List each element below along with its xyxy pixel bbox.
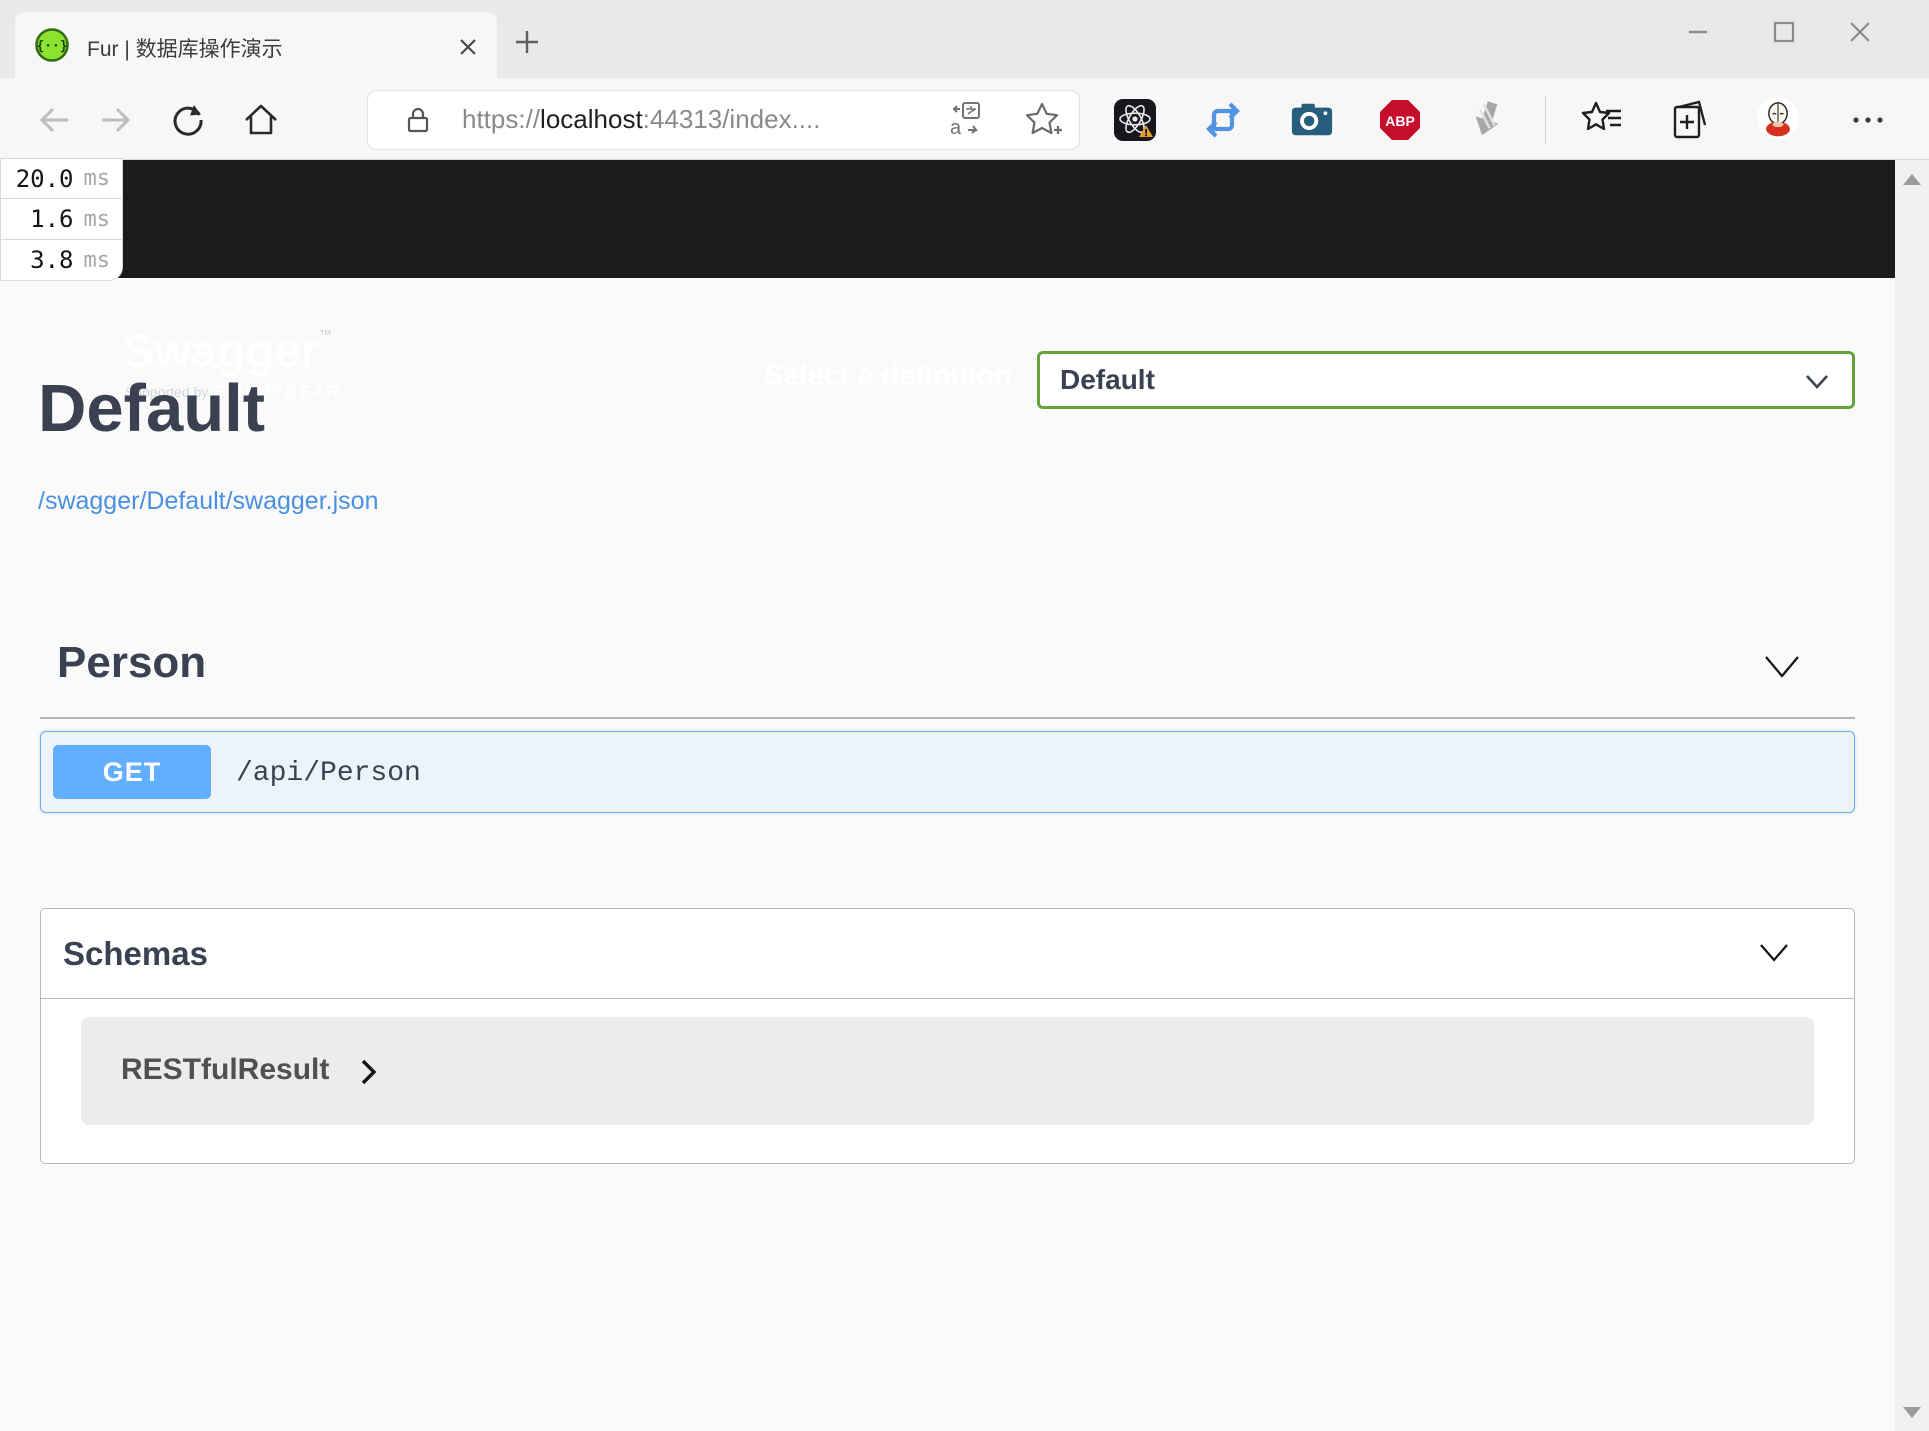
collections-button[interactable] (1668, 98, 1712, 142)
home-icon (245, 104, 277, 135)
favorites-bar-button[interactable] (1580, 98, 1624, 142)
toolbar-divider (1545, 96, 1546, 144)
forward-arrow-icon (102, 107, 131, 133)
http-method-badge[interactable]: GET (53, 745, 211, 799)
scroll-down-arrow[interactable] (1895, 1397, 1929, 1427)
screenshot-extension-button[interactable] (1290, 98, 1334, 142)
operation-path: /api/Person (236, 757, 421, 789)
section-divider (40, 717, 1855, 719)
react-devtools-extension-button[interactable] (1113, 98, 1157, 142)
profiler-timing-row[interactable]: 3.8 ms (0, 240, 123, 281)
definition-select-label: Select a definition (763, 360, 1012, 392)
scroll-up-arrow[interactable] (1895, 164, 1929, 194)
definition-select[interactable]: Default (1037, 351, 1855, 409)
schemas-panel: Schemas RESTfulResult (40, 908, 1855, 1164)
download-manager-extension-button[interactable] (1465, 98, 1509, 142)
collections-icon (1673, 100, 1707, 139)
section-title: Person (57, 638, 207, 687)
chevron-down-icon (1760, 944, 1788, 962)
timing-unit: ms (83, 166, 111, 191)
browser-tab[interactable]: {··} Fur | 数据库操作演示 (15, 12, 497, 78)
new-tab-button[interactable] (512, 27, 542, 57)
abp-stop-icon: ABP (1380, 100, 1420, 140)
trademark-symbol: ™ (318, 327, 332, 342)
ellipsis-icon (1853, 117, 1883, 123)
lock-icon (407, 107, 429, 133)
page-title: Default (38, 371, 266, 446)
titlebar: {··} Fur | 数据库操作演示 (0, 0, 1929, 78)
miniprofiler-overlay[interactable]: 20.0 ms 1.6 ms 3.8 ms (0, 158, 124, 281)
refresh-icon (173, 105, 203, 136)
person-section-header[interactable]: Person (0, 636, 1895, 700)
star-add-icon (1025, 102, 1062, 135)
profile-avatar-button[interactable] (1756, 96, 1800, 140)
back-arrow-icon (39, 107, 68, 133)
spec-json-link[interactable]: /swagger/Default/swagger.json (38, 487, 378, 516)
timing-value: 3.8 (30, 246, 74, 274)
schemas-header[interactable]: Schemas (41, 909, 1854, 999)
get-operation-block[interactable]: GET /api/Person (40, 731, 1855, 813)
add-favorite-button[interactable] (1020, 98, 1064, 142)
abp-label: ABP (1385, 113, 1415, 129)
window-close-button[interactable] (1840, 14, 1880, 50)
maximize-button[interactable] (1764, 14, 1804, 50)
react-devtools-icon (1114, 99, 1156, 141)
url-host: localhost (540, 104, 643, 134)
forward-button[interactable] (96, 100, 136, 140)
adblock-plus-extension-button[interactable]: ABP (1378, 98, 1422, 142)
download-arrow-icon (1475, 101, 1499, 136)
url-rest: :44313/index.... (642, 104, 821, 134)
schemas-title: Schemas (63, 935, 208, 972)
chevron-down-icon (1806, 375, 1828, 389)
tab-title: Fur | 数据库操作演示 (87, 38, 283, 61)
swap-arrows-icon (1206, 102, 1240, 138)
tab-close-icon[interactable] (455, 34, 481, 60)
definition-selected-value: Default (1060, 364, 1155, 395)
translate-icon: a (950, 102, 980, 139)
tab-reloader-extension-button[interactable] (1201, 98, 1245, 142)
settings-menu-button[interactable] (1846, 98, 1890, 142)
timing-unit: ms (83, 206, 111, 232)
maximize-icon (1773, 21, 1795, 43)
chevron-down-icon (1765, 656, 1799, 678)
translate-button[interactable]: a (944, 98, 988, 142)
timing-unit: ms (83, 247, 111, 273)
favorites-list-icon (1581, 101, 1621, 131)
url-text[interactable]: https://localhost:44313/index.... (462, 104, 820, 135)
browser-window: {··} Fur | 数据库操作演示 https://localhost:443… (0, 0, 1929, 1431)
refresh-button[interactable] (168, 100, 208, 140)
minimize-button[interactable] (1678, 14, 1718, 50)
model-card[interactable]: RESTfulResult (81, 1017, 1814, 1125)
profiler-timing-row[interactable]: 1.6 ms (0, 199, 123, 240)
profile-avatar (1756, 96, 1800, 140)
swagger-topbar: Swagger™ Supported by SMARTBEAR Select a … (0, 160, 1895, 409)
timing-value: 20.0 (15, 164, 74, 193)
window-close-icon (1850, 22, 1870, 42)
url-scheme: https:// (462, 104, 541, 134)
profiler-timing-row[interactable]: 20.0 ms (0, 158, 123, 199)
svg-text:a: a (950, 117, 962, 139)
svg-text:{··}: {··} (36, 39, 67, 54)
home-button[interactable] (241, 100, 281, 140)
camera-icon (1291, 103, 1333, 136)
page-scrollbar[interactable] (1895, 160, 1929, 1431)
model-name: RESTfulResult (121, 1053, 330, 1086)
back-button[interactable] (34, 100, 74, 140)
chevron-right-icon (361, 1059, 377, 1085)
minimize-icon (1689, 30, 1707, 34)
swagger-favicon-icon: {··} (35, 28, 69, 62)
timing-value: 1.6 (30, 205, 74, 233)
